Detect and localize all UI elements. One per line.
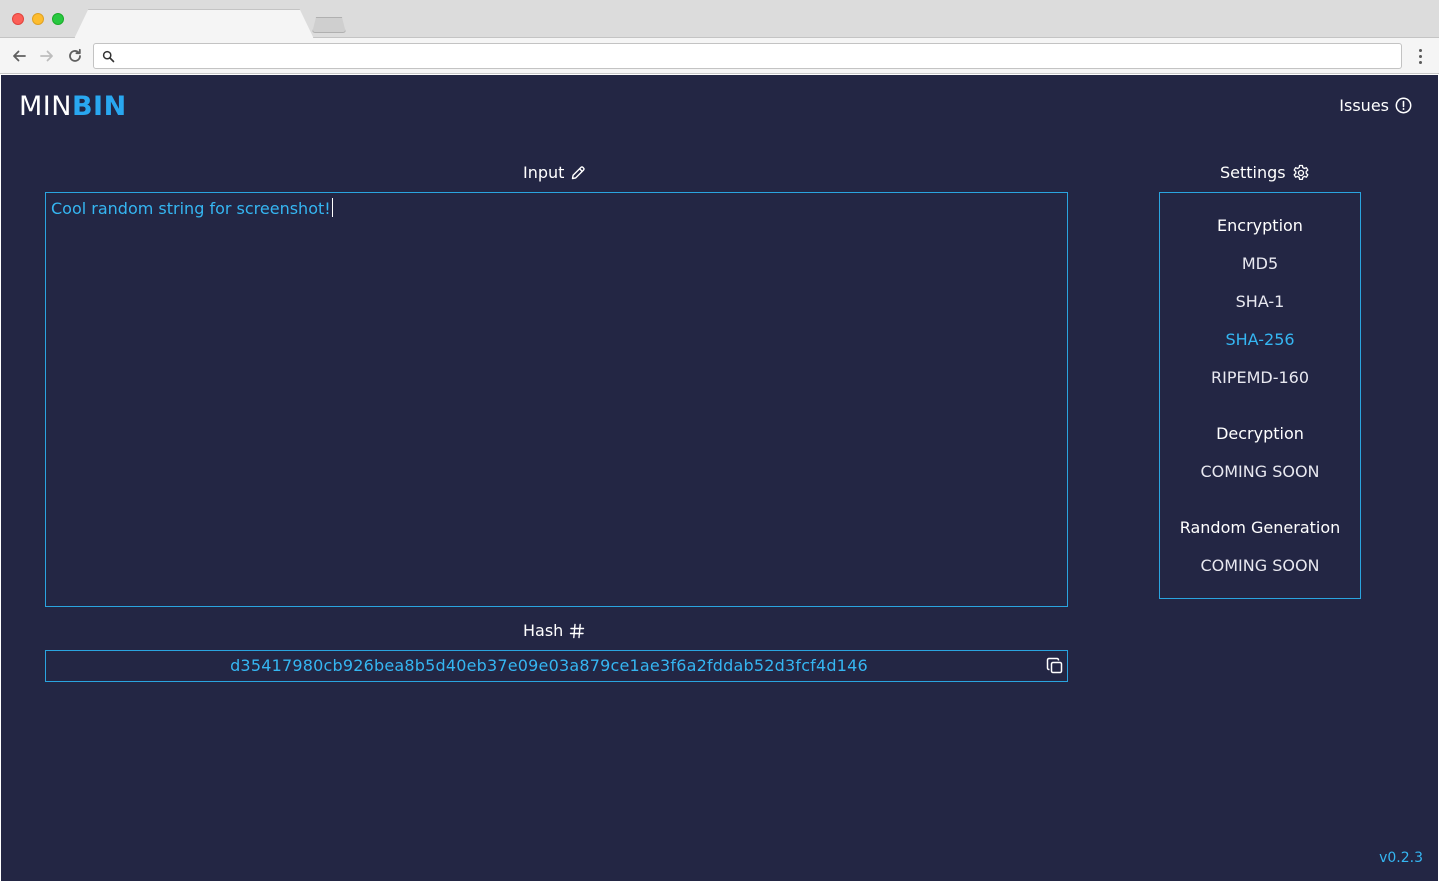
gear-icon	[1293, 164, 1309, 180]
new-tab-button[interactable]	[312, 17, 346, 33]
hash-title-label: Hash	[523, 621, 564, 640]
input-value: Cool random string for screenshot!	[51, 199, 331, 218]
settings-title: Settings	[1220, 163, 1310, 182]
browser-tab-active[interactable]	[74, 9, 314, 39]
input-textarea[interactable]: Cool random string for screenshot!	[45, 192, 1068, 607]
back-arrow-icon[interactable]	[9, 46, 29, 66]
logo[interactable]: MINBIN	[19, 91, 127, 122]
logo-min-text: MIN	[19, 91, 72, 122]
app-page: MINBIN Issues Input Cool random string f…	[1, 75, 1438, 881]
version-label: v0.2.3	[1379, 850, 1423, 866]
browser-toolbar	[0, 38, 1439, 74]
hash-value: d35417980cb926bea8b5d40eb37e09e03a879ce1…	[230, 656, 868, 675]
hash-icon	[570, 623, 585, 638]
option-sha1[interactable]: SHA-1	[1160, 292, 1360, 311]
input-textarea-content: Cool random string for screenshot!	[51, 198, 333, 218]
text-caret	[331, 198, 333, 217]
decryption-status: COMING SOON	[1200, 462, 1320, 481]
input-title-label: Input	[523, 163, 565, 182]
option-ripemd160[interactable]: RIPEMD-160	[1160, 368, 1360, 387]
issues-link[interactable]: Issues	[1339, 96, 1412, 115]
logo-bin-text: BIN	[71, 91, 127, 122]
decryption-heading: Decryption	[1216, 424, 1304, 443]
browser-tab-bar	[0, 0, 1439, 39]
pencil-icon	[572, 165, 586, 179]
option-md5[interactable]: MD5	[1160, 254, 1360, 273]
alert-circle-icon	[1395, 97, 1412, 114]
random-generation-status: COMING SOON	[1200, 556, 1320, 575]
copy-icon[interactable]	[1045, 656, 1065, 676]
forward-arrow-icon[interactable]	[37, 46, 57, 66]
hash-output[interactable]: d35417980cb926bea8b5d40eb37e09e03a879ce1…	[45, 650, 1068, 682]
search-icon	[102, 50, 115, 63]
settings-panel: Encryption MD5 SHA-1 SHA-256 RIPEMD-160 …	[1159, 192, 1361, 599]
option-sha256[interactable]: SHA-256	[1160, 330, 1360, 349]
settings-title-label: Settings	[1220, 163, 1286, 182]
random-generation-heading: Random Generation	[1179, 518, 1341, 537]
issues-label: Issues	[1339, 96, 1389, 115]
input-title: Input	[523, 163, 586, 182]
window-close-button[interactable]	[12, 13, 24, 25]
encryption-heading: Encryption	[1217, 216, 1303, 235]
reload-icon[interactable]	[65, 46, 85, 66]
window-minimize-button[interactable]	[32, 13, 44, 25]
browser-menu-icon[interactable]	[1411, 47, 1429, 65]
hash-title: Hash	[523, 621, 585, 640]
address-bar[interactable]	[93, 43, 1402, 69]
window-zoom-button[interactable]	[52, 13, 64, 25]
